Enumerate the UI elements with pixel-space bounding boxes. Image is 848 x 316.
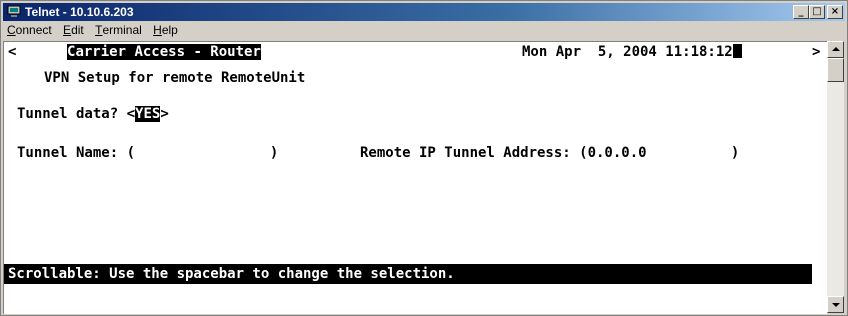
menu-terminal[interactable]: Terminal [91, 22, 146, 39]
datetime: Mon Apr 5, 2004 11:18:12 [522, 44, 733, 60]
terminal-screen[interactable]: < Carrier Access - Router Mon Apr 5, 200… [3, 41, 827, 314]
menu-connect[interactable]: Connect [3, 22, 56, 39]
tunnel-name-close: ) [269, 145, 279, 161]
tunnel-data-close: > [160, 106, 169, 122]
remote-ip-close: ) [730, 145, 740, 161]
remote-ip-input[interactable]: 0.0.0.0 [588, 145, 647, 161]
scroll-down-button[interactable] [827, 296, 844, 313]
menu-edit[interactable]: Edit [59, 22, 88, 39]
tunnel-name-label: Tunnel Name: ( [17, 145, 136, 161]
chevron-down-icon [832, 303, 840, 307]
menu-edit-accel: E [63, 23, 72, 37]
vertical-scrollbar[interactable] [827, 41, 844, 313]
right-scroll-marker: > [812, 44, 821, 60]
close-button[interactable]: × [827, 5, 843, 19]
title-bar[interactable]: Telnet - 10.10.6.203 _ □ × [3, 3, 845, 21]
minimize-button[interactable]: _ [793, 5, 809, 19]
chevron-up-icon [832, 47, 840, 51]
text-cursor [732, 44, 742, 58]
menu-connect-accel: C [7, 23, 16, 37]
menu-connect-label: onnect [15, 23, 52, 37]
screen-title: VPN Setup for remote RemoteUnit [44, 70, 306, 86]
telnet-window: Telnet - 10.10.6.203 _ □ × Connect Edit … [0, 0, 848, 316]
status-bar: Scrollable: Use the spacebar to change t… [4, 264, 812, 284]
header-row: < Carrier Access - Router [8, 42, 261, 62]
menu-help[interactable]: Help [149, 22, 182, 39]
remote-ip-label: Remote IP Tunnel Address: ( [360, 145, 588, 161]
scroll-thumb[interactable] [827, 58, 844, 82]
scroll-up-button[interactable] [827, 41, 844, 58]
tunnel-name-field: Tunnel Name: ( ) [17, 143, 278, 163]
tunnel-name-input[interactable] [135, 145, 219, 161]
tunnel-data-select[interactable]: YES [135, 106, 161, 122]
maximize-button[interactable]: □ [809, 5, 825, 19]
header-title: Carrier Access - Router [67, 44, 261, 60]
remote-ip-field: Remote IP Tunnel Address: (0.0.0.0 ) [360, 143, 739, 163]
telnet-app-icon [7, 5, 21, 17]
datetime-row: Mon Apr 5, 2004 11:18:12 [522, 42, 742, 62]
menu-help-accel: H [153, 23, 162, 37]
menu-help-label: elp [161, 23, 178, 37]
menu-bar: Connect Edit Terminal Help [3, 22, 182, 39]
window-title: Telnet - 10.10.6.203 [25, 5, 134, 19]
menu-terminal-label: erminal [102, 23, 142, 37]
menu-edit-label: dit [71, 23, 84, 37]
tunnel-data-field: Tunnel data? <YES> [17, 104, 169, 124]
menu-terminal-accel: T [95, 23, 103, 37]
tunnel-data-label: Tunnel data? < [17, 106, 136, 122]
